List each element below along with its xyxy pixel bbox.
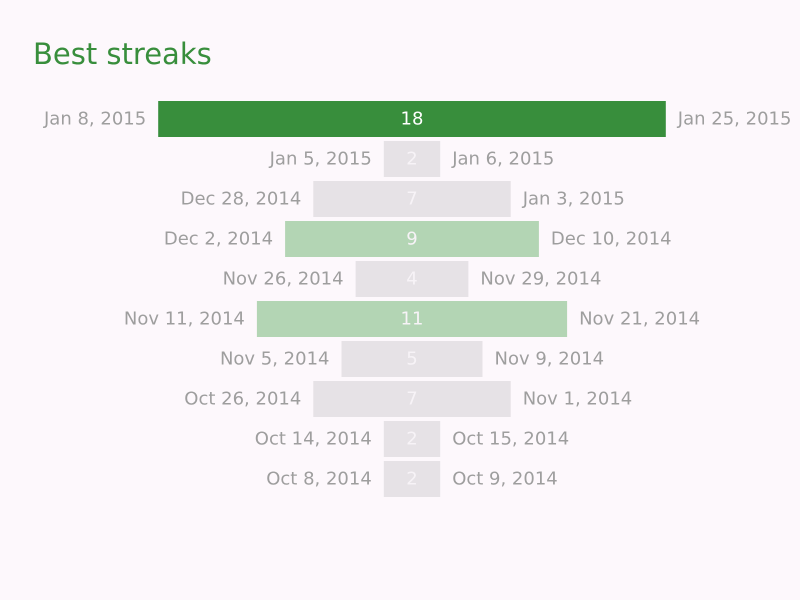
streak-end-date: Nov 29, 2014 [480,269,601,290]
streak-end-date: Jan 6, 2015 [451,149,554,170]
streak-start-date: Jan 5, 2015 [269,149,372,170]
streak-row: 7 Oct 26, 2014 Nov 1, 2014 [184,381,632,417]
streaks-chart: 18 Jan 8, 2015 Jan 25, 2015 2 Jan 5, 2015 Jan… [43,101,791,497]
streak-length-label: 9 [406,229,417,250]
streak-start-date: Nov 11, 2014 [124,309,245,330]
streak-start-date: Nov 5, 2014 [220,349,330,370]
streak-length-label: 2 [406,149,417,170]
streak-start-date: Jan 8, 2015 [43,109,146,130]
streak-start-date: Dec 28, 2014 [181,189,302,210]
streak-length-label: 5 [406,349,417,370]
streak-length-label: 2 [406,429,417,450]
streak-row: 9 Dec 2, 2014 Dec 10, 2014 [164,221,672,257]
streak-row: 2 Oct 8, 2014 Oct 9, 2014 [266,461,558,497]
streak-end-date: Oct 9, 2014 [452,469,558,490]
streak-end-date: Nov 9, 2014 [495,349,605,370]
streak-start-date: Oct 26, 2014 [184,389,301,410]
streak-end-date: Oct 15, 2014 [452,429,569,450]
streak-start-date: Nov 26, 2014 [223,269,344,290]
streak-length-label: 18 [401,109,424,130]
streak-end-date: Jan 3, 2015 [522,189,625,210]
best-streaks-card: Best streaks 18 Jan 8, 2015 Jan 25, 2015 2 J… [0,0,800,600]
streak-end-date: Nov 1, 2014 [523,389,633,410]
streak-end-date: Nov 21, 2014 [579,309,700,330]
streak-row: 2 Oct 14, 2014 Oct 15, 2014 [255,421,569,457]
streak-row: 2 Jan 5, 2015 Jan 6, 2015 [269,141,554,177]
streak-row: 18 Jan 8, 2015 Jan 25, 2015 [43,101,791,137]
streak-start-date: Oct 14, 2014 [255,429,372,450]
streak-length-label: 11 [401,309,424,330]
streak-end-date: Dec 10, 2014 [551,229,672,250]
streak-row: 11 Nov 11, 2014 Nov 21, 2014 [124,301,700,337]
streak-row: 7 Dec 28, 2014 Jan 3, 2015 [181,181,625,217]
streak-start-date: Oct 8, 2014 [266,469,372,490]
streak-row: 4 Nov 26, 2014 Nov 29, 2014 [223,261,601,297]
streak-length-label: 7 [406,389,417,410]
streak-start-date: Dec 2, 2014 [164,229,273,250]
streak-length-label: 7 [406,189,417,210]
streak-row: 5 Nov 5, 2014 Nov 9, 2014 [220,341,604,377]
streak-length-label: 2 [406,469,417,490]
streak-end-date: Jan 25, 2015 [677,109,792,130]
streak-length-label: 4 [406,269,417,290]
